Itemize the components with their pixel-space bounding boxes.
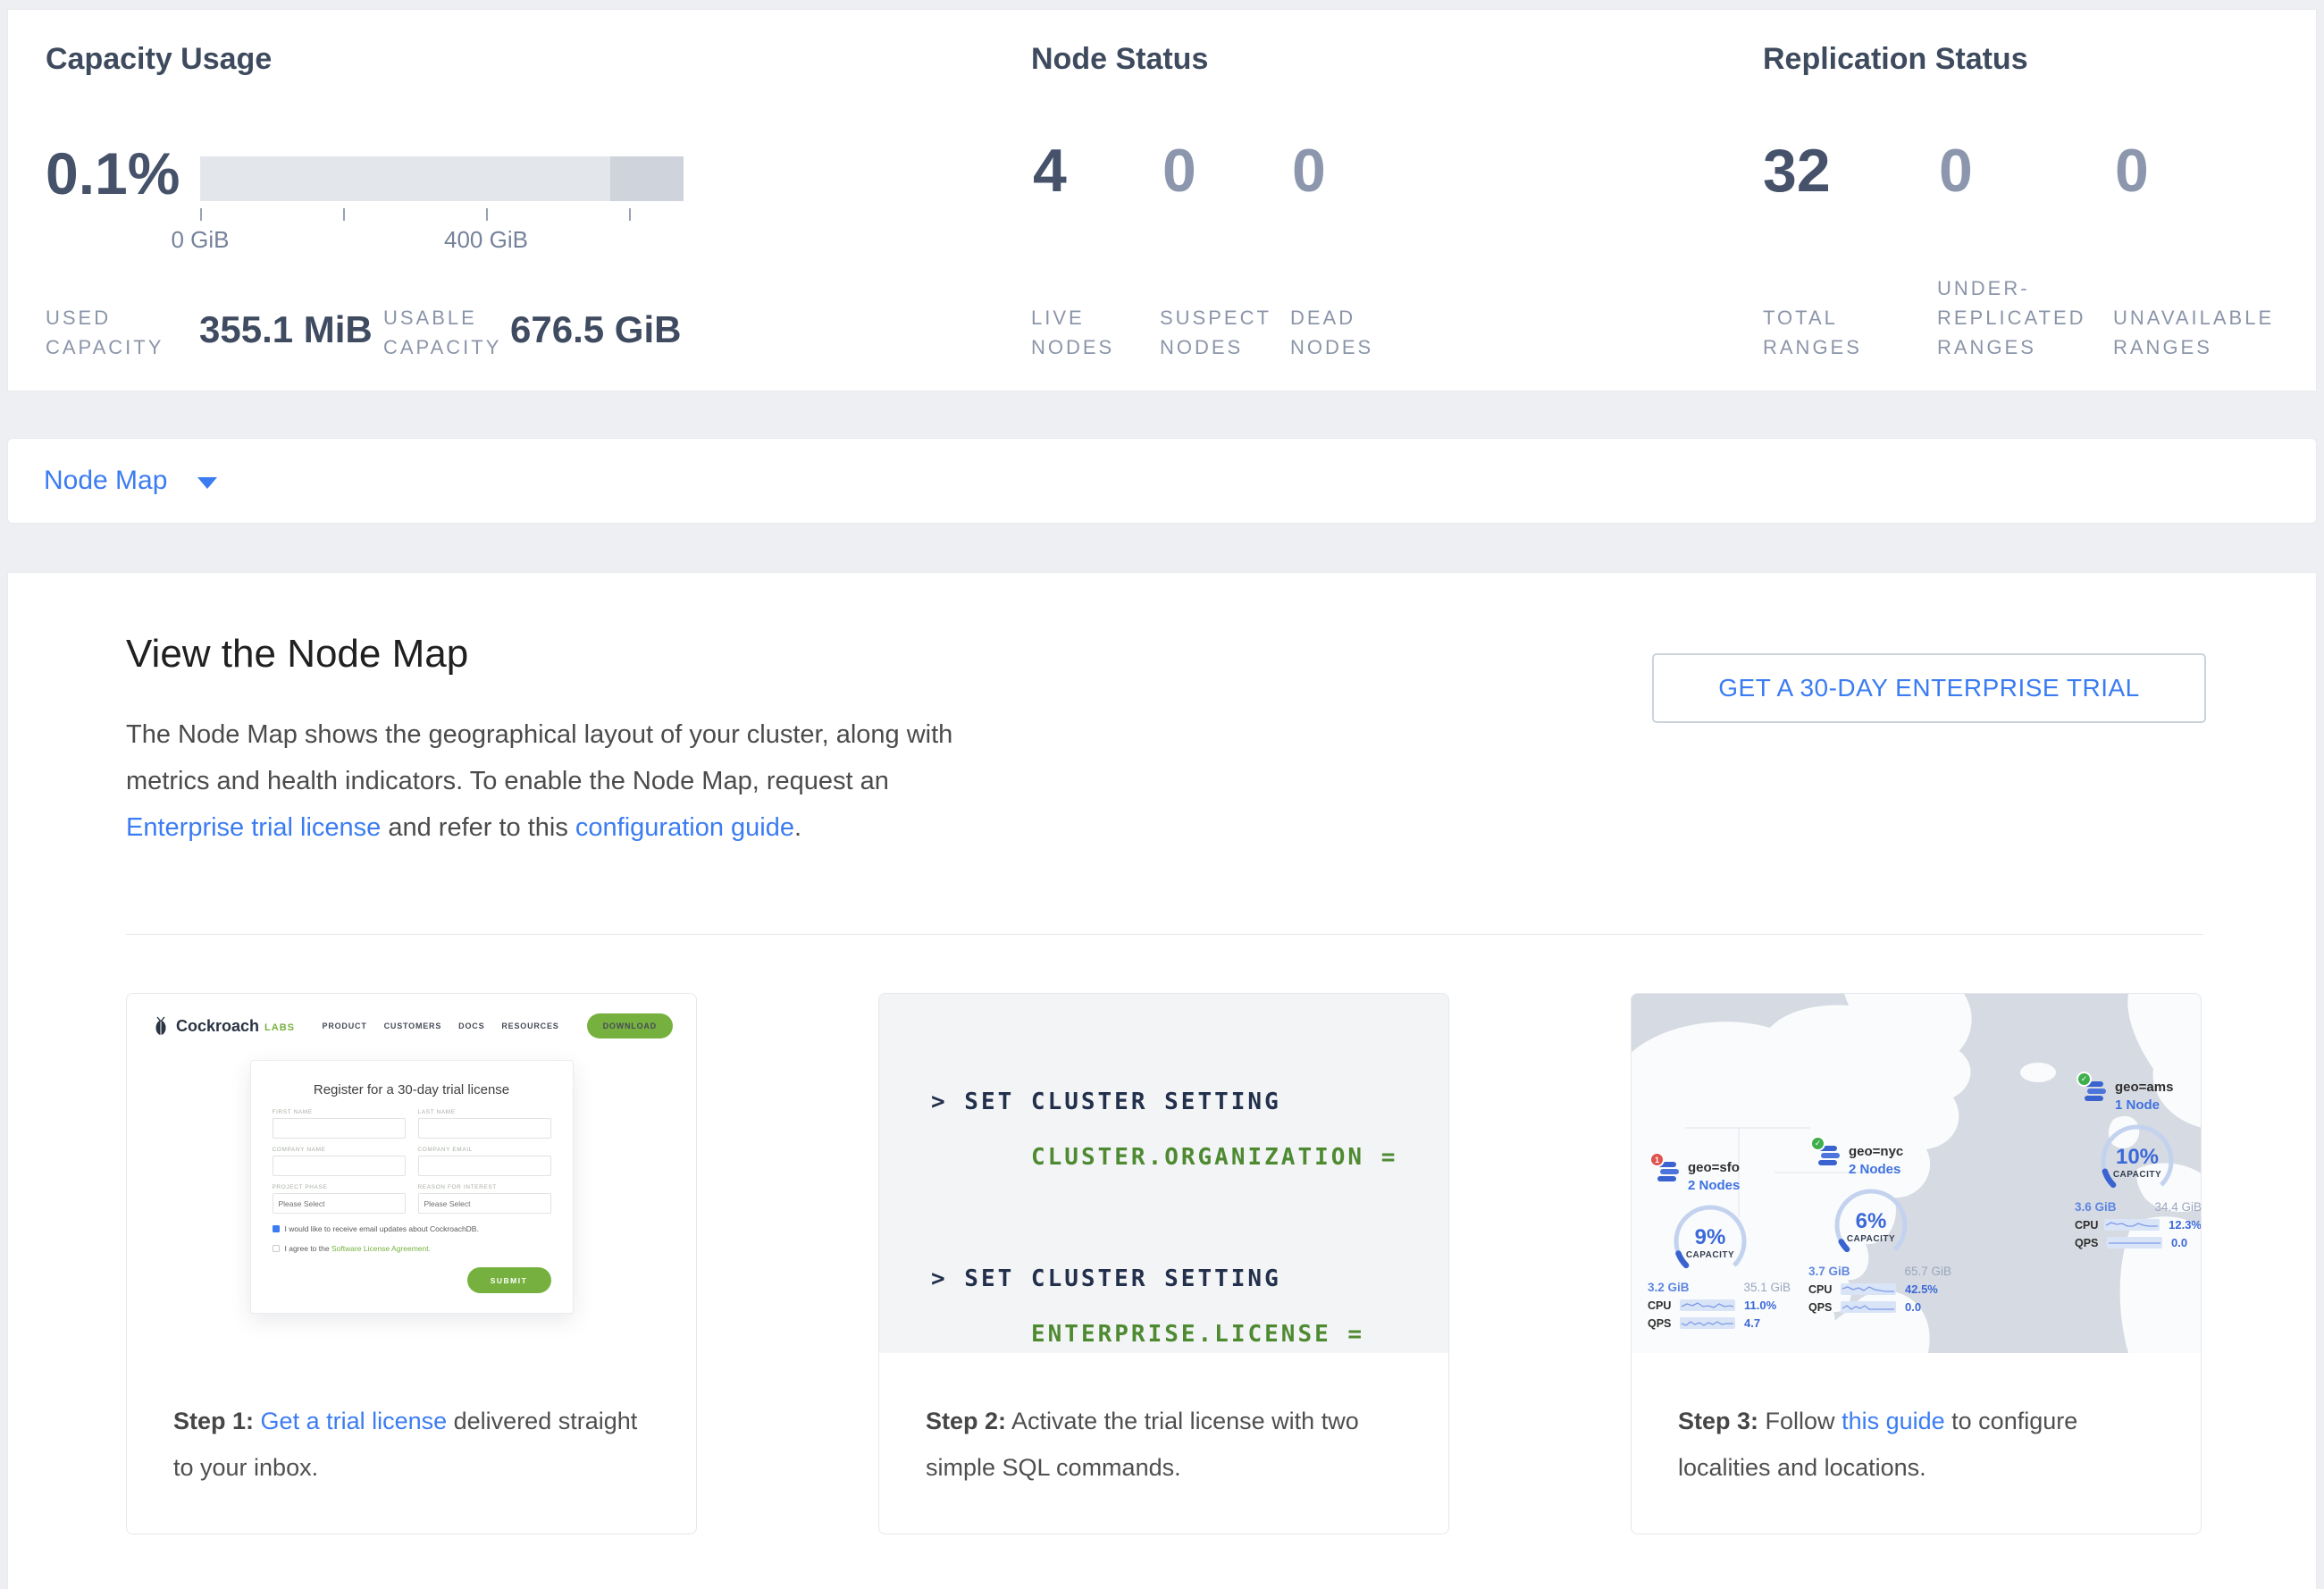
cluster-summary-bar: Capacity Usage 0.1% 0 GiB 400 GiB USED C… <box>7 9 2317 391</box>
email-updates-checkbox-row: I would like to receive email updates ab… <box>273 1224 551 1233</box>
cpu-sparkline <box>1841 1283 1896 1295</box>
dead-nodes-count: 0 <box>1292 140 1326 201</box>
usable-capacity-label: USABLE CAPACITY <box>383 303 501 362</box>
nodemap-info-panel: View the Node Map The Node Map shows the… <box>7 572 2317 1589</box>
unavailable-ranges-label: UNAVAILABLE RANGES <box>2113 303 2274 362</box>
sql-prompt-2: > SET CLUSTER SETTING <box>931 1265 1281 1292</box>
step2-caption: Step 2: Activate the trial license with … <box>879 1353 1448 1534</box>
qps-sparkline <box>1841 1301 1896 1313</box>
company-email-field <box>418 1156 551 1176</box>
step1-caption: Step 1: Get a trial license delivered st… <box>127 1353 696 1534</box>
configuration-guide-link[interactable]: configuration guide <box>575 813 794 842</box>
capacity-axis-label-0: 0 GiB <box>138 226 263 254</box>
nodemap-description: The Node Map shows the geographical layo… <box>126 711 982 851</box>
locality-ams: ✓ geo=ams 1 Node <box>2075 1080 2201 1249</box>
capacity-usage-title: Capacity Usage <box>46 42 272 77</box>
capacity-axis-tick <box>343 208 345 221</box>
dead-nodes-label: DEAD NODES <box>1290 303 1373 362</box>
capacity-axis-label-400: 400 GiB <box>424 226 549 254</box>
used-capacity-value: 355.1 MiB <box>199 308 373 351</box>
cpu-sparkline <box>1680 1299 1735 1311</box>
mini-download-button: DOWNLOAD <box>587 1013 673 1038</box>
cluster-overview-page: Capacity Usage 0.1% 0 GiB 400 GiB USED C… <box>0 0 2324 1589</box>
sql-argument-2: ENTERPRISE.LICENSE = <box>1031 1321 1364 1348</box>
total-ranges-label: TOTAL RANGES <box>1763 303 1862 362</box>
step2-card: > SET CLUSTER SETTING CLUSTER.ORGANIZATI… <box>878 993 1449 1534</box>
capacity-gauge-sfo: 9% CAPACITY <box>1667 1200 1753 1281</box>
view-selector-dropdown[interactable]: Node Map <box>7 438 2317 524</box>
get-trial-license-link[interactable]: Get a trial license <box>261 1408 448 1434</box>
checked-checkbox-icon <box>273 1225 280 1232</box>
license-agreement-checkbox-row: I agree to the Software License Agreemen… <box>273 1244 551 1253</box>
under-replicated-label: UNDER- REPLICATED RANGES <box>1937 273 2086 362</box>
under-replicated-count: 0 <box>1939 140 1973 201</box>
mini-site-nav: PRODUCT CUSTOMERS DOCS RESOURCES DOWNLOA… <box>323 1013 673 1038</box>
step3-caption: Step 3: Follow this guide to configure l… <box>1632 1353 2201 1534</box>
reason-for-interest-select: Please Select <box>418 1193 551 1214</box>
suspect-nodes-count: 0 <box>1162 140 1196 201</box>
sql-commands-preview: > SET CLUSTER SETTING CLUSTER.ORGANIZATI… <box>879 994 1448 1353</box>
capacity-axis-tick <box>629 208 631 221</box>
used-capacity-label: USED CAPACITY <box>46 303 164 362</box>
live-nodes-label: LIVE NODES <box>1031 303 1114 362</box>
capacity-axis-tick <box>200 208 202 221</box>
steps-row: Cockroach LABS PRODUCT CUSTOMERS DOCS RE… <box>126 993 2202 1534</box>
unavailable-ranges-count: 0 <box>2115 140 2149 201</box>
replication-status-title: Replication Status <box>1763 42 2028 77</box>
sql-argument-1: CLUSTER.ORGANIZATION = <box>1031 1144 1397 1171</box>
trial-license-site-screenshot: Cockroach LABS PRODUCT CUSTOMERS DOCS RE… <box>127 994 696 1353</box>
qps-sparkline <box>2107 1237 2162 1248</box>
usable-capacity-value: 676.5 GiB <box>510 308 681 351</box>
capacity-bar-other-segment <box>610 156 684 201</box>
project-phase-select: Please Select <box>273 1193 406 1214</box>
first-name-field <box>273 1118 406 1139</box>
enterprise-trial-license-link[interactable]: Enterprise trial license <box>126 813 381 842</box>
total-ranges-count: 32 <box>1763 140 1831 201</box>
suspect-nodes-label: SUSPECT NODES <box>1160 303 1271 362</box>
capacity-gauge-nyc: 6% CAPACITY <box>1828 1184 1914 1265</box>
node-map-preview: 1 geo=sfo 2 Nodes <box>1632 994 2201 1353</box>
step3-card: 1 geo=sfo 2 Nodes <box>1631 993 2202 1534</box>
locality-sfo: 1 geo=sfo 2 Nodes <box>1648 1160 1791 1330</box>
section-divider <box>126 934 2203 935</box>
node-status-title: Node Status <box>1031 42 1208 77</box>
last-name-field <box>418 1118 551 1139</box>
cockroach-labs-logo: Cockroach LABS <box>152 1016 295 1036</box>
page-title: View the Node Map <box>126 632 468 677</box>
locality-nyc: ✓ geo=nyc 2 Nodes <box>1808 1144 1951 1314</box>
form-title: Register for a 30-day trial license <box>273 1082 551 1097</box>
trial-registration-form: Register for a 30-day trial license FIRS… <box>250 1060 574 1314</box>
capacity-bar <box>200 156 684 201</box>
cockroach-bug-icon <box>152 1016 170 1036</box>
company-name-field <box>273 1156 406 1176</box>
sql-prompt-1: > SET CLUSTER SETTING <box>931 1089 1281 1115</box>
qps-sparkline <box>1680 1317 1735 1329</box>
empty-checkbox-icon <box>273 1245 280 1252</box>
view-selector-label[interactable]: Node Map <box>44 466 167 496</box>
enterprise-trial-button[interactable]: GET A 30-DAY ENTERPRISE TRIAL <box>1652 653 2206 723</box>
chevron-down-icon <box>197 477 217 489</box>
live-nodes-count: 4 <box>1033 140 1067 201</box>
error-badge-icon: 1 <box>1649 1152 1665 1167</box>
mini-site-header: Cockroach LABS PRODUCT CUSTOMERS DOCS RE… <box>152 1013 673 1038</box>
capacity-gauge-ams: 10% CAPACITY <box>2094 1120 2180 1200</box>
ok-badge-icon: ✓ <box>1810 1136 1825 1151</box>
ok-badge-icon: ✓ <box>2076 1072 2092 1087</box>
capacity-percent: 0.1% <box>46 144 180 203</box>
this-guide-link[interactable]: this guide <box>1842 1408 1945 1434</box>
capacity-axis-tick <box>486 208 488 221</box>
step1-card: Cockroach LABS PRODUCT CUSTOMERS DOCS RE… <box>126 993 697 1534</box>
cpu-sparkline <box>2104 1219 2160 1231</box>
mini-submit-button: SUBMIT <box>467 1267 551 1293</box>
